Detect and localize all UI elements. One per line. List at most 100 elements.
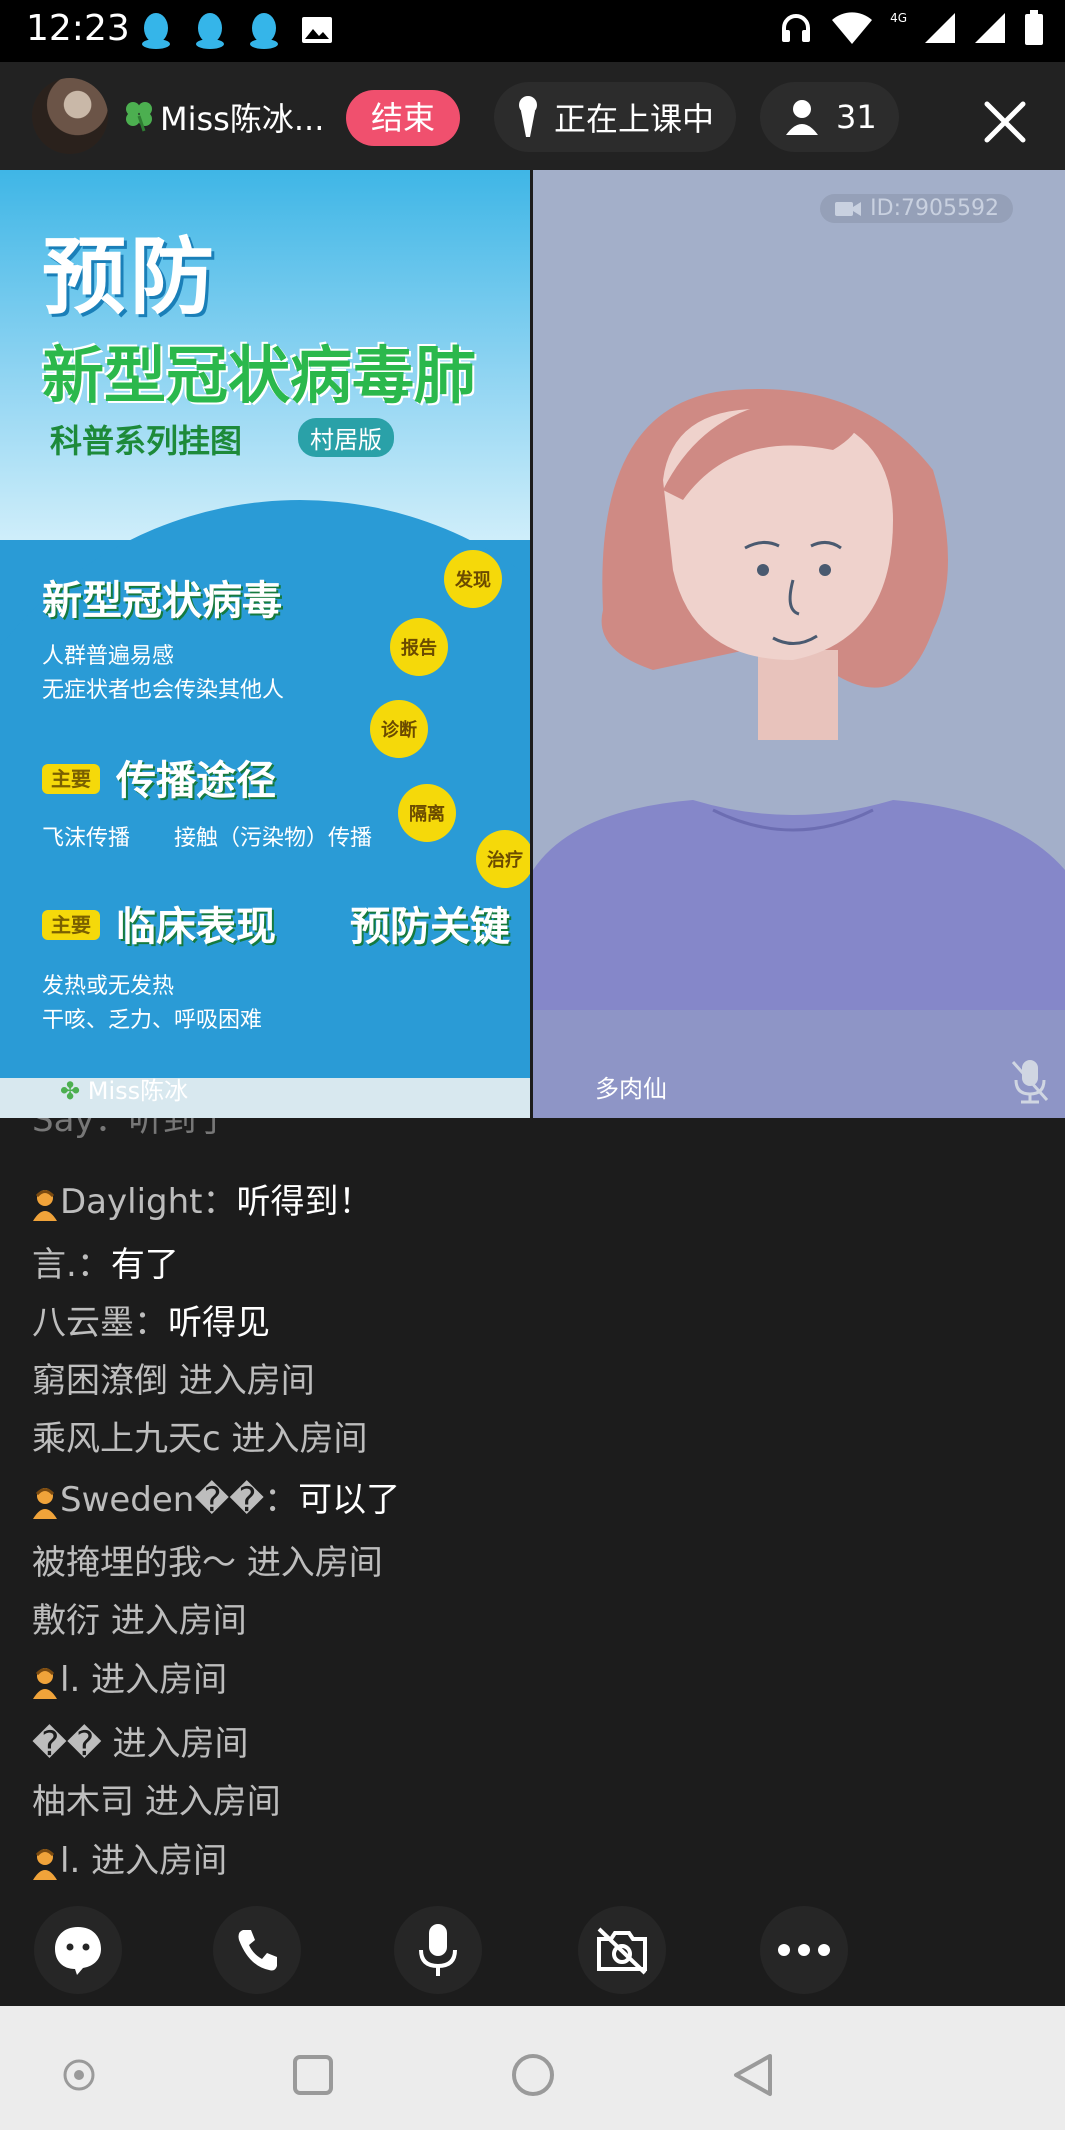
- call-button[interactable]: [213, 1906, 301, 1994]
- user-badge-icon: [33, 1189, 57, 1221]
- chat-system-text: 进入房间: [144, 1782, 281, 1822]
- chat-system-text: 进入房间: [246, 1543, 383, 1583]
- record-icon[interactable]: [62, 2058, 96, 2092]
- close-icon[interactable]: [983, 100, 1027, 144]
- back-icon[interactable]: [732, 2052, 774, 2098]
- chat-separator: [168, 1361, 179, 1401]
- emoji-icon: [55, 1927, 101, 1975]
- mic-muted-icon: [1011, 1060, 1049, 1104]
- poster-circle-label: 诊断: [370, 700, 428, 758]
- poster-spread-line: 飞沫传播 接触（污染物）传播: [42, 826, 373, 851]
- chat-separator: [221, 1419, 232, 1459]
- participant-tile-name: 多肉仙: [595, 1075, 667, 1103]
- chat-system-text: 进入房间: [231, 1419, 368, 1459]
- microphone-icon: [519, 96, 537, 137]
- poster-clinical-line2: 干咳、乏力、呼吸困难: [42, 1008, 263, 1033]
- poster-circle-label: 报告: [390, 618, 448, 676]
- chat-message-text: 有了: [110, 1245, 179, 1285]
- chat-message-partial: Say：听到了: [32, 1118, 231, 1140]
- host-tile-name-text: Miss陈冰: [87, 1077, 189, 1105]
- headset-icon: [782, 14, 811, 42]
- chat-username[interactable]: 八云墨: [32, 1303, 134, 1343]
- video-tile-participant[interactable]: ID:7905592 多肉仙: [533, 170, 1065, 1118]
- poster-tag-main: 主要: [42, 910, 100, 940]
- chat-message: Sweden��：可以了: [32, 1472, 400, 1521]
- poster-tag-main: 主要: [42, 764, 100, 794]
- user-badge-icon: [33, 1848, 57, 1880]
- chat-list[interactable]: Say：听到了 Daylight：听得到！ 言.：有了 八云墨：听得见 窮困潦倒 进入…: [0, 1118, 1065, 1898]
- chat-system-message: 敷衍 进入房间: [32, 1593, 247, 1642]
- chat-username[interactable]: ��: [32, 1724, 102, 1764]
- chat-username[interactable]: 乘风上九天c: [32, 1419, 221, 1459]
- signal-icon: [925, 13, 955, 43]
- poster-subtitle: 新型冠状病毒肺: [42, 339, 477, 412]
- chat-separator: [134, 1782, 145, 1822]
- poster-virus-line1: 人群普遍易感: [42, 644, 175, 669]
- chat-username[interactable]: 言.: [32, 1245, 77, 1285]
- chat-message: 八云墨：听得见: [32, 1295, 270, 1344]
- viewer-count: 31: [836, 98, 877, 136]
- chat-separator: [236, 1543, 247, 1583]
- camera-toggle-button[interactable]: [578, 1906, 666, 1994]
- chat-system-text: 进入房间: [112, 1724, 249, 1764]
- poster-badge: 村居版: [298, 418, 394, 457]
- microphone-button[interactable]: [394, 1906, 482, 1994]
- home-icon[interactable]: [510, 2052, 556, 2098]
- qq-icon: [142, 13, 170, 49]
- chat-username[interactable]: 敷衍: [32, 1601, 100, 1641]
- chat-username[interactable]: l.: [60, 1841, 80, 1881]
- user-badge-icon: [33, 1667, 57, 1699]
- recent-apps-icon[interactable]: [292, 2054, 334, 2096]
- chat-username[interactable]: Daylight: [60, 1182, 203, 1222]
- status-time: 12:23: [26, 8, 130, 49]
- clover-icon: [126, 102, 152, 132]
- signal-icon: [975, 13, 1005, 43]
- qq-icon: [250, 13, 278, 49]
- chat-system-text: 进入房间: [91, 1660, 228, 1700]
- system-nav-bar: [0, 2006, 1065, 2130]
- chat-system-message: 被掩埋的我～ 进入房间: [32, 1535, 383, 1584]
- host-tile-name: ✤ Miss陈冰: [60, 1071, 188, 1106]
- video-tile-host[interactable]: 预防 新型冠状病毒肺 科普系列挂图 村居版 新型冠状病毒 人群普遍易感 无症状者…: [0, 170, 530, 1118]
- system-icons: 4G: [778, 10, 1045, 46]
- camera-off-icon: [597, 1927, 647, 1975]
- chat-separator: [80, 1660, 91, 1700]
- end-class-button[interactable]: 结束: [346, 90, 460, 146]
- chat-system-message: 乘风上九天c 进入房间: [32, 1411, 368, 1460]
- qq-icon: [196, 13, 224, 49]
- poster-section-virus: 新型冠状病毒: [42, 578, 282, 624]
- chat-separator: [80, 1841, 91, 1881]
- host-avatar[interactable]: [32, 78, 108, 154]
- chat-username[interactable]: 被掩埋的我～: [32, 1543, 236, 1583]
- user-badge-icon: [33, 1487, 57, 1519]
- host-name: Miss陈冰...: [160, 100, 325, 138]
- chat-username[interactable]: 窮困潦倒: [32, 1361, 168, 1401]
- chat-system-message: l. 进入房间: [32, 1833, 227, 1882]
- network-type: 4G: [890, 11, 907, 25]
- chat-message: Daylight：听得到！: [32, 1174, 373, 1223]
- chat-separator: ：: [76, 1245, 111, 1285]
- poster-section-spread: 传播途径: [116, 758, 276, 804]
- class-status-text: 正在上课中: [554, 100, 715, 138]
- chat-separator: ：: [134, 1303, 168, 1343]
- class-status-pill[interactable]: 正在上课中: [494, 82, 737, 152]
- phone-icon: [238, 1930, 277, 1971]
- chat-username[interactable]: l.: [60, 1660, 80, 1700]
- chat-separator: [102, 1724, 113, 1764]
- poster-series: 科普系列挂图: [50, 422, 243, 460]
- clover-icon: ✤: [60, 1077, 81, 1105]
- chat-message-text: 听得到！: [236, 1182, 373, 1222]
- status-bar: 12:23 4G: [0, 0, 1065, 62]
- chat-separator: ：: [202, 1182, 237, 1222]
- chat-username[interactable]: 柚木司: [32, 1782, 134, 1822]
- chat-system-text: 进入房间: [178, 1361, 315, 1401]
- viewer-count-pill[interactable]: 31: [760, 82, 899, 152]
- emoji-button[interactable]: [34, 1906, 122, 1994]
- woman-avatar-illustration: [533, 389, 1065, 1118]
- chat-system-message: l. 进入房间: [32, 1652, 227, 1701]
- image-icon: [302, 17, 332, 43]
- chat-message-text: 听得见: [168, 1303, 270, 1343]
- more-button[interactable]: [760, 1906, 848, 1994]
- chat-username[interactable]: Sweden��: [60, 1480, 264, 1520]
- room-header: Miss陈冰... 结束 正在上课中 31: [0, 62, 1065, 170]
